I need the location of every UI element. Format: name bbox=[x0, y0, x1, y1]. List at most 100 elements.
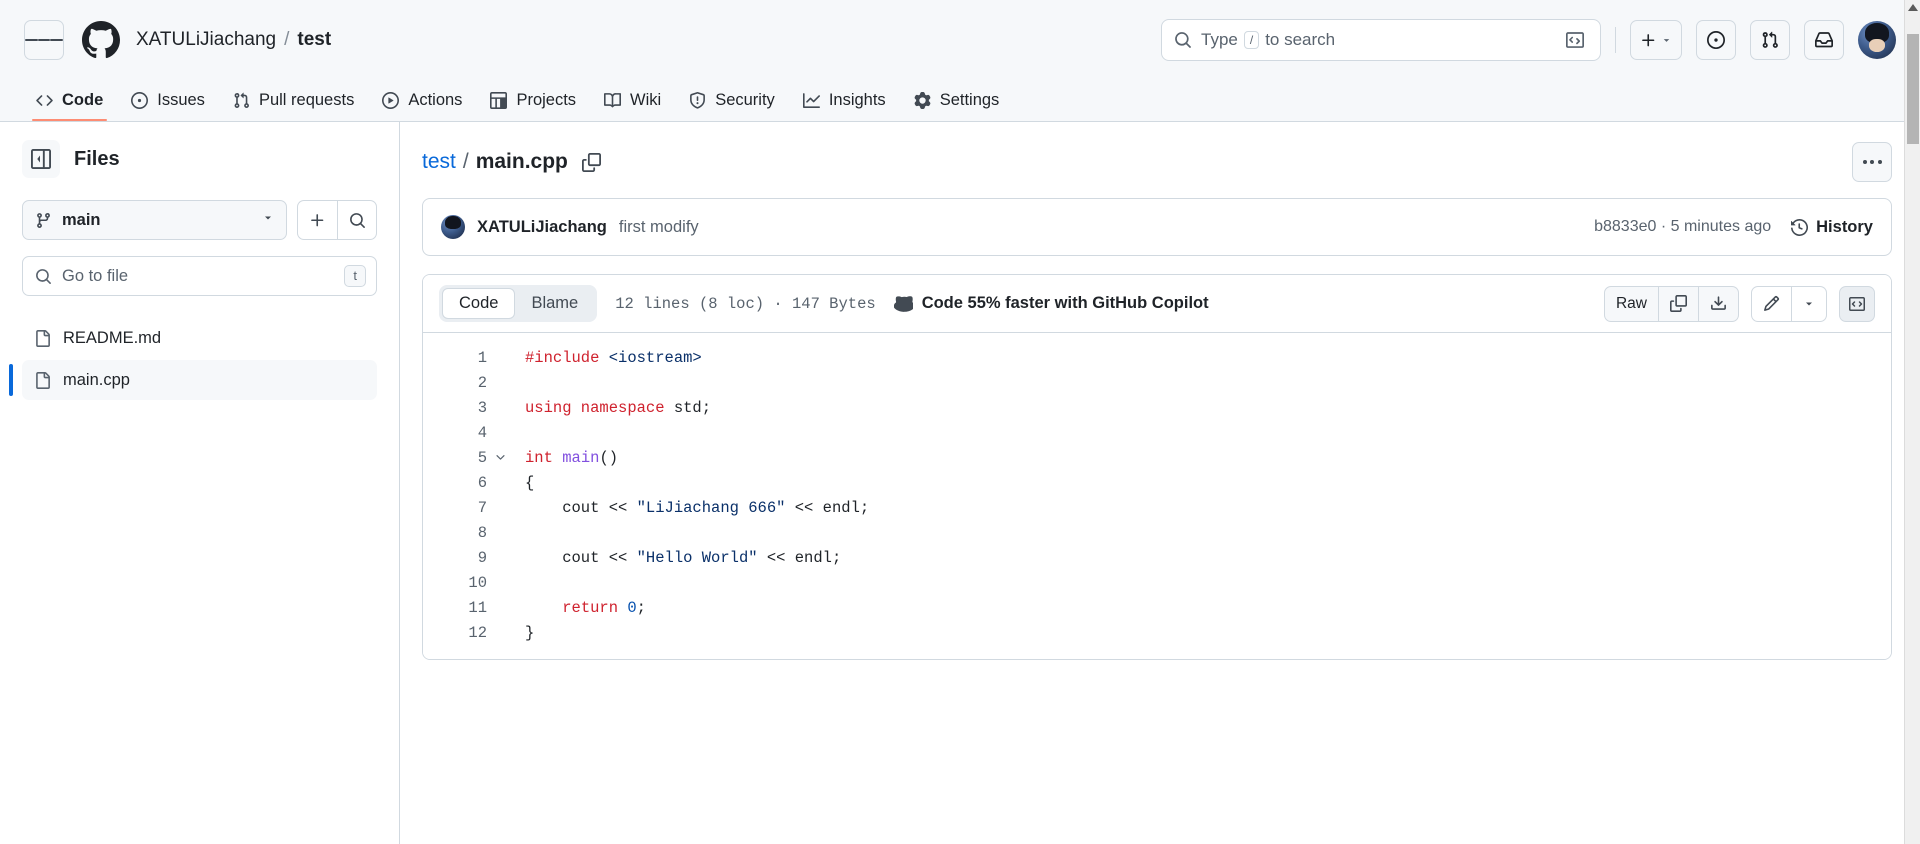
nav-tab-settings[interactable]: Settings bbox=[902, 80, 1012, 121]
file-tree-item-readme[interactable]: README.md bbox=[22, 318, 377, 358]
edit-dropdown-button[interactable] bbox=[1792, 285, 1827, 322]
file-path-row: test / main.cpp bbox=[422, 140, 1892, 184]
commit-sha[interactable]: b8833e0 bbox=[1594, 218, 1656, 235]
files-title: Files bbox=[74, 147, 120, 170]
copy-icon bbox=[1670, 295, 1687, 312]
sidebar-collapse-icon[interactable] bbox=[22, 140, 60, 178]
code-content[interactable]: 1 #include <iostream> 2 3 using namespac… bbox=[423, 333, 1891, 659]
line-number: 2 bbox=[477, 373, 487, 392]
code-line: 11 return 0; bbox=[423, 595, 1891, 620]
repo-breadcrumb: XATULiJiachang / test bbox=[136, 29, 331, 51]
edit-button[interactable] bbox=[1751, 285, 1792, 322]
breadcrumb-owner[interactable]: XATULiJiachang bbox=[136, 29, 276, 51]
line-number: 12 bbox=[468, 623, 487, 642]
download-button[interactable] bbox=[1699, 285, 1739, 322]
more-options-icon[interactable] bbox=[1852, 142, 1892, 182]
go-to-file-shortcut: t bbox=[344, 265, 366, 287]
files-header: Files bbox=[22, 140, 377, 178]
nav-tab-pull-requests[interactable]: Pull requests bbox=[221, 80, 366, 121]
scrollbar-thumb[interactable] bbox=[1907, 34, 1919, 144]
raw-button[interactable]: Raw bbox=[1603, 285, 1659, 322]
commit-sha-separator: · bbox=[1660, 218, 1667, 235]
nav-tab-issues-label: Issues bbox=[157, 91, 205, 110]
chevron-down-icon bbox=[262, 211, 274, 229]
raw-copy-download-group: Raw bbox=[1603, 285, 1739, 322]
file-tree-item-main-cpp[interactable]: main.cpp bbox=[9, 360, 377, 400]
book-icon bbox=[604, 93, 622, 108]
go-to-file-input[interactable]: Go to file t bbox=[22, 256, 377, 296]
line-number: 3 bbox=[477, 398, 487, 417]
file-icon bbox=[36, 371, 50, 389]
issues-button[interactable] bbox=[1696, 20, 1736, 60]
branch-name: main bbox=[62, 210, 101, 229]
terminal-icon[interactable] bbox=[1562, 27, 1588, 53]
branch-selector[interactable]: main bbox=[22, 200, 287, 240]
fold-toggle-expanded[interactable] bbox=[487, 451, 513, 464]
tab-code[interactable]: Code bbox=[442, 288, 516, 319]
code-line: 12 } bbox=[423, 620, 1891, 645]
hamburger-icon[interactable] bbox=[24, 20, 64, 60]
github-logo-icon[interactable] bbox=[82, 21, 120, 59]
header-actions: Type / to search bbox=[1161, 19, 1896, 61]
pencil-icon bbox=[1764, 295, 1780, 311]
code-line: 9 cout << "Hello World" << endl; bbox=[423, 545, 1891, 570]
nav-tab-wiki-label: Wiki bbox=[630, 91, 662, 110]
scroll-up-arrow-icon[interactable] bbox=[1908, 4, 1918, 11]
code-line: 8 bbox=[423, 520, 1891, 545]
commit-author-name[interactable]: XATULiJiachang bbox=[477, 218, 607, 237]
nav-tab-actions-label: Actions bbox=[408, 91, 463, 110]
nav-tab-issues[interactable]: Issues bbox=[119, 80, 217, 121]
copy-path-icon[interactable] bbox=[581, 152, 601, 172]
download-icon bbox=[1711, 296, 1726, 310]
code-panel: Code Blame 12 lines (8 loc) · 147 Bytes … bbox=[422, 274, 1892, 660]
nav-tab-wiki[interactable]: Wiki bbox=[592, 80, 673, 121]
git-pull-request-icon bbox=[234, 92, 249, 108]
breadcrumb-repo-link[interactable]: test bbox=[422, 150, 456, 174]
file-stats: 12 lines (8 loc) · 147 Bytes bbox=[615, 294, 876, 313]
commit-author-avatar[interactable] bbox=[441, 215, 465, 239]
inbox-icon bbox=[1815, 32, 1833, 48]
commit-message[interactable]: first modify bbox=[619, 218, 699, 237]
breadcrumb-filename: main.cpp bbox=[475, 150, 568, 173]
copy-raw-button[interactable] bbox=[1659, 285, 1699, 322]
add-file-button[interactable] bbox=[297, 200, 337, 240]
line-content: #include <iostream> bbox=[525, 348, 702, 367]
edit-file-group bbox=[1751, 285, 1827, 322]
pull-requests-button[interactable] bbox=[1750, 20, 1790, 60]
nav-tab-projects[interactable]: Projects bbox=[478, 80, 588, 121]
nav-tab-insights-label: Insights bbox=[828, 91, 886, 110]
files-sidebar: Files main Go to file t README.md main.c… bbox=[0, 122, 400, 844]
commit-author-block: XATULiJiachang first modify bbox=[441, 215, 699, 239]
code-icon bbox=[36, 95, 53, 106]
line-number: 6 bbox=[477, 473, 487, 492]
branch-row: main bbox=[22, 200, 377, 240]
chevron-down-icon bbox=[1663, 38, 1670, 42]
file-breadcrumb: test / main.cpp bbox=[422, 150, 568, 174]
code-line: 4 bbox=[423, 420, 1891, 445]
line-number: 8 bbox=[477, 523, 487, 542]
nav-tab-actions[interactable]: Actions bbox=[370, 80, 474, 121]
plus-icon bbox=[311, 213, 324, 226]
github-file-view-page: XATULiJiachang / test Type / to search C… bbox=[0, 0, 1920, 844]
issue-opened-icon bbox=[1707, 31, 1725, 49]
nav-tab-code[interactable]: Code bbox=[24, 80, 115, 121]
history-link[interactable]: History bbox=[1791, 218, 1873, 237]
nav-tab-security[interactable]: Security bbox=[677, 80, 787, 121]
page-scrollbar[interactable] bbox=[1904, 0, 1920, 844]
code-toolbar-actions: Raw bbox=[1603, 285, 1875, 322]
tab-blame[interactable]: Blame bbox=[515, 288, 594, 319]
repository-nav: Code Issues Pull requests Actions Projec… bbox=[0, 80, 1920, 122]
user-avatar[interactable] bbox=[1858, 21, 1896, 59]
create-new-button[interactable] bbox=[1630, 20, 1682, 60]
notifications-button[interactable] bbox=[1804, 20, 1844, 60]
line-content: } bbox=[525, 623, 535, 642]
search-input[interactable]: Type / to search bbox=[1161, 19, 1601, 61]
nav-tab-insights[interactable]: Insights bbox=[791, 80, 898, 121]
symbols-panel-button[interactable] bbox=[1839, 285, 1875, 322]
sidebar-action-buttons bbox=[297, 200, 377, 240]
code-line: 6 { bbox=[423, 470, 1891, 495]
copilot-promo[interactable]: Code 55% faster with GitHub Copilot bbox=[893, 294, 1209, 313]
search-icon bbox=[36, 268, 51, 284]
search-files-button[interactable] bbox=[337, 200, 377, 240]
breadcrumb-repo[interactable]: test bbox=[297, 29, 331, 51]
